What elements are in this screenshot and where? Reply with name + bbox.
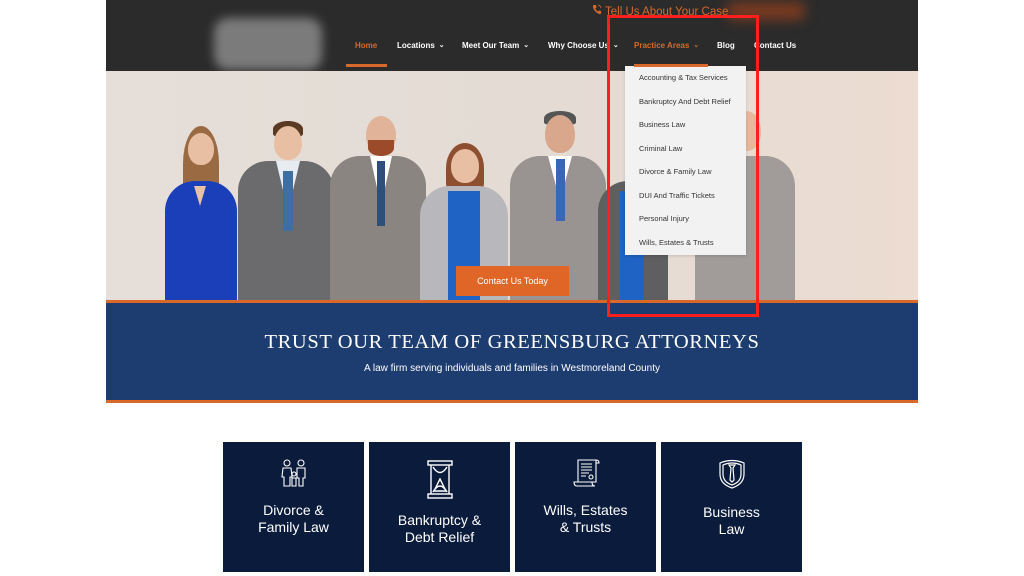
banner-title: TRUST OUR TEAM OF GREENSBURG ATTORNEYS xyxy=(264,331,760,353)
shield-tie-icon xyxy=(717,458,747,490)
nav-locations-label: Locations xyxy=(397,41,435,50)
practice-card-divorce-family-law[interactable]: Divorce & Family Law xyxy=(223,442,364,572)
nav-meet-our-team[interactable]: Meet Our Team ⌄ xyxy=(462,38,529,55)
card-label-line: Bankruptcy & xyxy=(397,512,482,528)
banner-subtitle: A law firm serving individuals and famil… xyxy=(363,363,661,374)
card-label: Wills, Estates & Trusts xyxy=(521,502,650,536)
team-member-photo xyxy=(328,116,428,301)
page: Tell Us About Your Case Home Locations ⌄ … xyxy=(106,0,918,576)
card-label-line: Divorce & xyxy=(263,502,324,518)
card-label-line: Debt Relief xyxy=(404,529,475,545)
contact-us-today-button[interactable]: Contact Us Today xyxy=(456,266,569,296)
practice-card-bankruptcy-debt-relief[interactable]: Bankruptcy & Debt Relief xyxy=(369,442,510,572)
hourglass-icon xyxy=(425,460,455,499)
nav-why-choose-us-label: Why Choose Us xyxy=(548,41,609,50)
nav-contact-us[interactable]: Contact Us xyxy=(754,38,796,54)
nav-active-underline xyxy=(346,64,387,67)
scroll-document-icon xyxy=(571,458,601,490)
card-label-line: Law xyxy=(718,521,745,537)
card-label-line: Wills, Estates xyxy=(543,502,628,518)
phone-icon xyxy=(592,4,603,18)
card-label: Divorce & Family Law xyxy=(229,502,358,536)
family-icon xyxy=(279,458,309,490)
card-label: Business Law xyxy=(667,504,796,538)
practice-card-business-law[interactable]: Business Law xyxy=(661,442,802,572)
team-member-photo xyxy=(161,126,241,301)
chevron-down-icon: ⌄ xyxy=(523,42,530,49)
nav-contact-us-label: Contact Us xyxy=(754,41,797,50)
highlight-annotation-box xyxy=(607,15,759,317)
nav-locations[interactable]: Locations ⌄ xyxy=(397,38,445,55)
site-header: Tell Us About Your Case Home Locations ⌄ … xyxy=(106,0,918,71)
practice-card-wills-estates-trusts[interactable]: Wills, Estates & Trusts xyxy=(515,442,656,572)
card-label-line: & Trusts xyxy=(559,519,612,535)
card-label-line: Family Law xyxy=(258,519,329,535)
team-member-photo xyxy=(236,121,336,301)
card-label: Bankruptcy & Debt Relief xyxy=(375,512,504,546)
trust-banner: TRUST OUR TEAM OF GREENSBURG ATTORNEYS A… xyxy=(106,303,918,400)
hero-team-photo: Contact Us Today xyxy=(106,71,918,301)
nav-meet-our-team-label: Meet Our Team xyxy=(462,41,520,50)
chevron-down-icon: ⌄ xyxy=(438,42,445,49)
nav-home[interactable]: Home xyxy=(355,38,377,54)
card-label-line: Business xyxy=(703,504,760,520)
nav-home-label: Home xyxy=(355,41,378,50)
main-nav: Home Locations ⌄ Meet Our Team ⌄ Why Choos… xyxy=(106,38,918,56)
divider xyxy=(106,400,918,403)
